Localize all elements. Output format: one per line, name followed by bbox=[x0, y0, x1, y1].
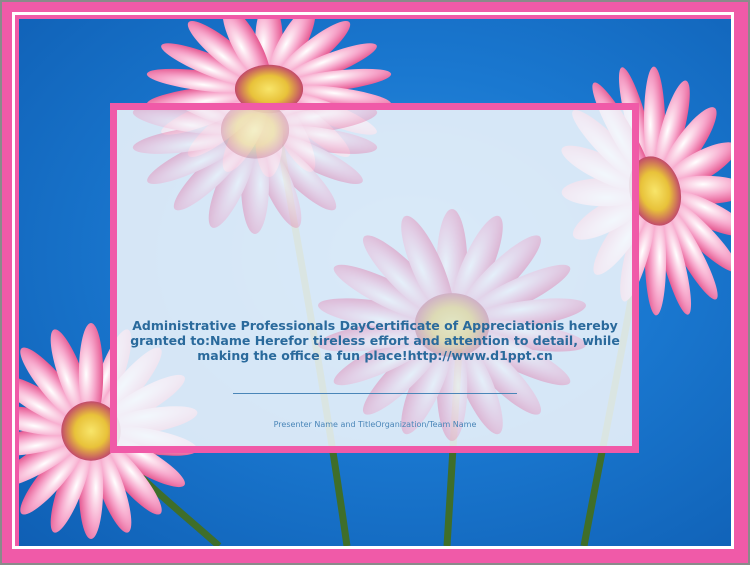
signature-line bbox=[233, 393, 517, 394]
flower-watermark-icon bbox=[130, 110, 589, 441]
certificate-panel bbox=[117, 110, 632, 446]
certificate-body-text: Administrative Professionals DayCertific… bbox=[130, 318, 620, 363]
presenter-label: Presenter Name and TitleOrganization/Tea… bbox=[273, 420, 477, 429]
